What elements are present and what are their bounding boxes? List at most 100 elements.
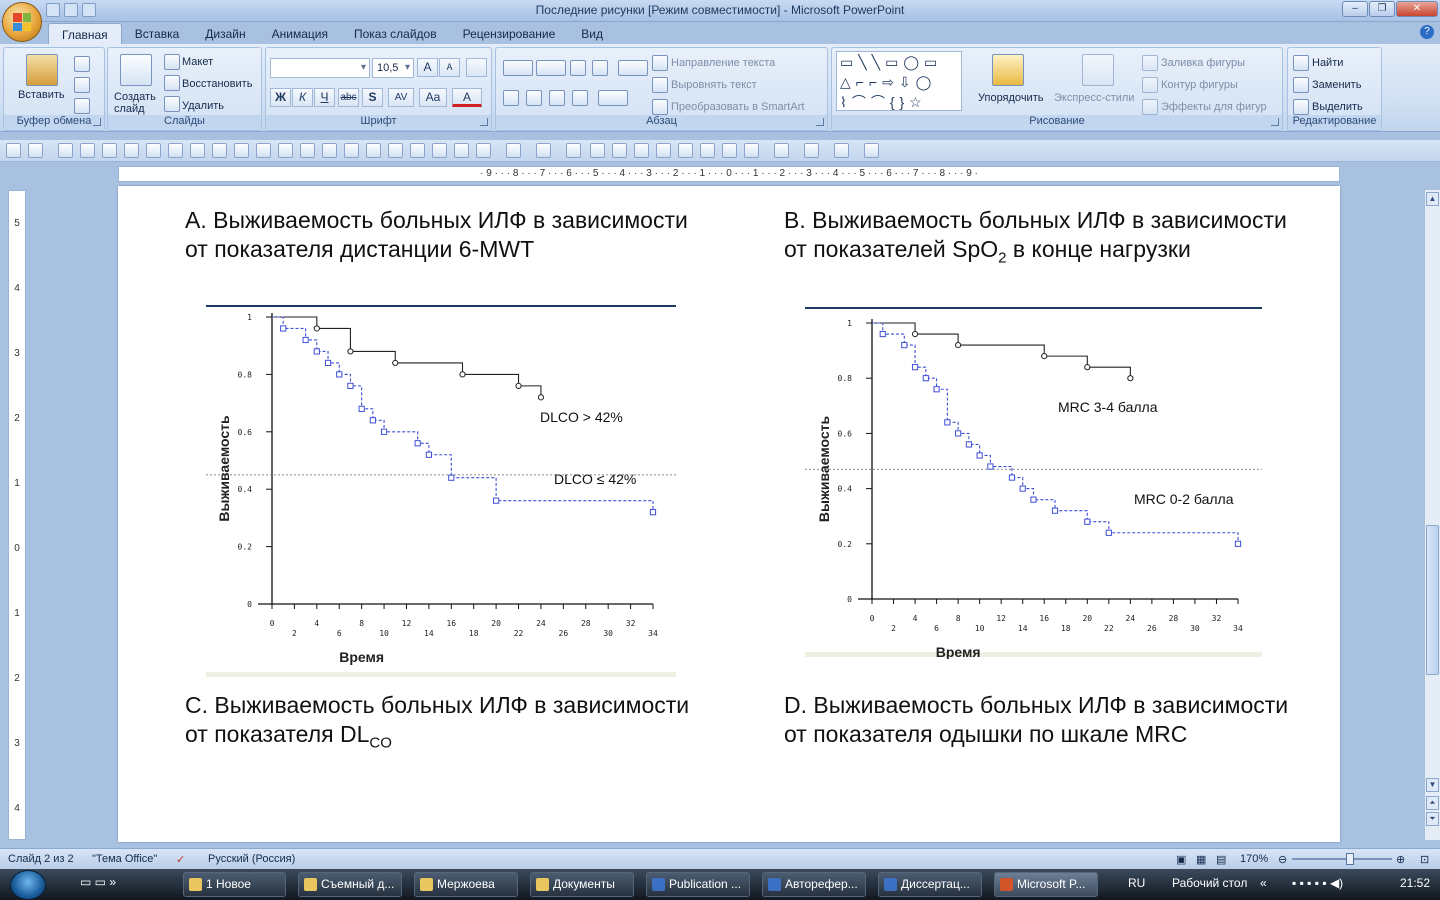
close-button[interactable]: ✕ [1396,1,1438,17]
delete-icon[interactable] [566,143,581,158]
print-preview-icon[interactable] [212,143,227,158]
zoom-in-icon[interactable]: ⊕ [1396,853,1405,866]
scroll-up-icon[interactable]: ▲ [1426,192,1439,206]
zoom-level[interactable]: 170% [1240,853,1268,865]
align-right-icon[interactable] [549,90,565,106]
language-bar[interactable]: RU [1128,876,1145,890]
text-direction-button[interactable]: Направление текста [671,57,775,69]
align-left-icon[interactable] [300,143,315,158]
convert-smartart-button[interactable]: Преобразовать в SmartArt [671,101,804,113]
caption-a[interactable]: A. Выживаемость больных ИЛФ в зависимост… [185,206,688,264]
align-left-icon[interactable] [503,90,519,106]
layout-button[interactable]: Макет [182,56,213,68]
undo-icon[interactable] [64,3,78,17]
language-indicator[interactable]: Русский (Россия) [208,853,295,865]
shape-outline-button[interactable]: Контур фигуры [1161,79,1238,91]
cut-icon[interactable] [74,56,90,72]
help-icon[interactable]: ? [1420,25,1434,39]
strikethrough-button[interactable]: abc [338,88,359,107]
align-right-icon[interactable] [344,143,359,158]
slideshow-view-icon[interactable]: ▤ [1216,853,1226,866]
restore-button[interactable]: ❐ [1369,1,1395,17]
tab-animation[interactable]: Анимация [259,23,341,45]
shrink-font-button[interactable]: A [439,58,460,77]
fraction-icon[interactable] [432,143,447,158]
tab-view[interactable]: Вид [568,23,616,45]
dialog-launcher-icon[interactable] [816,118,824,126]
font-color-icon[interactable] [476,143,491,158]
omega-icon[interactable] [454,143,469,158]
shape-icon[interactable] [834,143,849,158]
font-name-combo[interactable] [270,58,370,78]
find-button[interactable]: Найти [1312,57,1343,69]
desktop-toolbar[interactable]: Рабочий стол [1172,876,1247,890]
decrease-indent-icon[interactable] [570,60,586,76]
quick-styles-button[interactable]: Экспресс-стили [1054,92,1134,104]
fit-window-icon[interactable]: ⊡ [1420,853,1429,866]
taskbar-button[interactable]: 1 Новое [183,872,286,897]
align-center-icon[interactable] [526,90,542,106]
minimize-button[interactable]: – [1342,1,1368,17]
vertical-scrollbar[interactable]: ▲ ▼ ⏶ ⏷ [1424,190,1440,840]
group-icon[interactable] [722,143,737,158]
zoom-out-icon[interactable]: ⊖ [1278,853,1287,866]
zoom-slider[interactable] [1292,858,1392,860]
spellcheck-icon[interactable]: ✓ [176,853,185,866]
scroll-down-icon[interactable]: ▼ [1426,778,1439,792]
refresh-icon[interactable] [612,143,627,158]
zoom-icon[interactable] [700,143,715,158]
tab-review[interactable]: Рецензирование [450,23,569,45]
taskbar-button[interactable]: Съемный д... [298,872,402,897]
edit-icon[interactable] [124,143,139,158]
tab-insert[interactable]: Вставка [122,23,193,45]
grow-font-button[interactable]: A [417,58,438,77]
align-center-icon[interactable] [322,143,337,158]
cut-icon[interactable] [80,143,95,158]
shape-icon[interactable] [774,143,789,158]
open-icon[interactable] [168,143,183,158]
arrange-button[interactable]: Упорядочить [978,92,1043,104]
sorter-view-icon[interactable]: ▦ [1196,853,1206,866]
justify-icon[interactable] [572,90,588,106]
tab-home[interactable]: Главная [48,23,122,45]
shape-effects-button[interactable]: Эффекты для фигур [1161,101,1267,113]
format-painter-icon[interactable] [74,98,90,114]
shadow-button[interactable]: S [362,88,383,107]
taskbar-button[interactable]: Мержоева [414,872,518,897]
page-icon[interactable] [256,143,271,158]
normal-view-icon[interactable]: ▣ [1176,853,1186,866]
survival-chart-mrc[interactable]: 00.20.40.60.8102468101214161820222426283… [805,306,1264,659]
increase-indent-icon[interactable] [592,60,608,76]
redo-icon[interactable] [82,3,96,17]
table-icon[interactable] [656,143,671,158]
tab-slideshow[interactable]: Показ слайдов [341,23,450,45]
arrange-icon[interactable] [992,54,1024,86]
align-text-button[interactable]: Выровнять текст [671,79,757,91]
dialog-launcher-icon[interactable] [1271,118,1279,126]
copy-icon[interactable] [74,77,90,93]
paste-button[interactable]: Вставить [18,89,65,101]
char-spacing-button[interactable]: AV [388,88,414,107]
zoom-slider-thumb[interactable] [1346,853,1354,865]
slide-icon[interactable] [234,143,249,158]
spelling-icon[interactable] [146,143,161,158]
start-button[interactable] [10,870,46,900]
quicklaunch-icon[interactable]: ▭ ▭ » [80,875,116,889]
undo-icon[interactable] [28,143,43,158]
tab-design[interactable]: Дизайн [192,23,258,45]
dialog-launcher-icon[interactable] [480,118,488,126]
shapes-gallery[interactable]: ▭╲╲▭◯▭ △⌐⌐⇨⇩◯ ⌇⌒⌒{}☆ [836,51,962,111]
columns-icon[interactable] [598,90,628,106]
bullets-icon[interactable] [503,60,533,76]
taskbar-button[interactable]: Документы [530,872,634,897]
save-icon[interactable] [6,143,21,158]
quick-styles-icon[interactable] [1082,54,1114,86]
tray-icons[interactable]: ▪ ▪ ▪ ▪ ▪ ◀) [1292,876,1343,890]
caption-b[interactable]: B. Выживаемость больных ИЛФ в зависимост… [784,206,1287,273]
office-button[interactable] [2,2,42,42]
new-icon[interactable] [190,143,205,158]
highlight-icon[interactable] [506,143,521,158]
delete-button[interactable]: Удалить [182,100,224,112]
print-icon[interactable] [590,143,605,158]
taskbar-button-active[interactable]: Microsoft P... [994,872,1098,897]
